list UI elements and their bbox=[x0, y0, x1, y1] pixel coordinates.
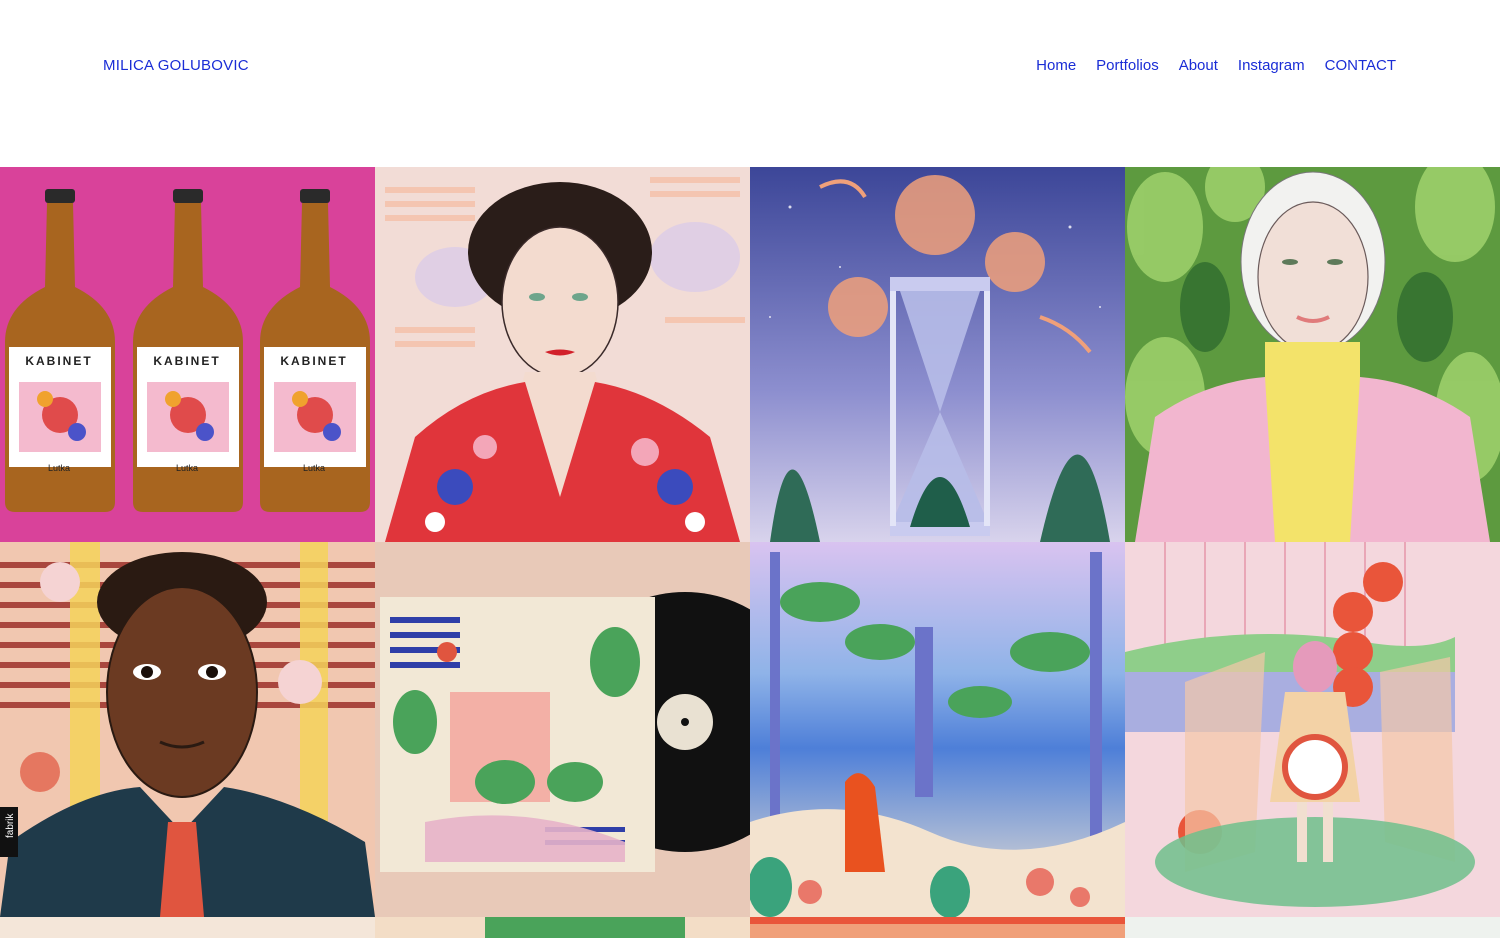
row3-image-1 bbox=[0, 917, 375, 938]
site-title-link[interactable]: MILICA GOLUBOVIC bbox=[103, 57, 249, 74]
hourglass-garden-image bbox=[750, 167, 1125, 542]
seaside-scene-image bbox=[750, 542, 1125, 917]
portfolio-tile-row3-2[interactable] bbox=[375, 917, 750, 938]
vinyl-cover-image bbox=[375, 542, 750, 917]
woman-window-image bbox=[1125, 542, 1500, 917]
portrait-man-image: fabrik bbox=[0, 542, 375, 917]
bottle-brand-1: KABINET bbox=[25, 354, 92, 368]
bottle-label-1: Lutka bbox=[48, 463, 70, 473]
portfolio-tile-seaside-palms-scene[interactable] bbox=[750, 542, 1125, 917]
portfolio-grid: KABINET KABINET KABINET Lutka Lutka Lutk… bbox=[0, 167, 1500, 938]
portfolio-tile-portrait-elderly-woman-leaves[interactable] bbox=[1125, 167, 1500, 542]
bottle-label-2: Lutka bbox=[176, 463, 198, 473]
nav-portfolios[interactable]: Portfolios bbox=[1096, 57, 1159, 74]
elderly-woman-image bbox=[1125, 167, 1500, 542]
row3-image-4 bbox=[1125, 917, 1500, 938]
portfolio-tile-portrait-woman-floral[interactable] bbox=[375, 167, 750, 542]
nav-contact[interactable]: CONTACT bbox=[1325, 57, 1396, 74]
bottle-brand-2: KABINET bbox=[153, 354, 220, 368]
portfolio-tile-kabinet-beer-bottles[interactable]: KABINET KABINET KABINET Lutka Lutka Lutk… bbox=[0, 167, 375, 542]
row3-image-2 bbox=[375, 917, 750, 938]
portfolio-tile-woman-window-sunsets[interactable] bbox=[1125, 542, 1500, 917]
portfolio-tile-row3-3[interactable] bbox=[750, 917, 1125, 938]
fabrik-badge: fabrik bbox=[5, 813, 16, 838]
portfolio-tile-hourglass-night-garden[interactable] bbox=[750, 167, 1125, 542]
bottle-label-3: Lutka bbox=[303, 463, 325, 473]
nav-instagram[interactable]: Instagram bbox=[1238, 57, 1305, 74]
portfolio-tile-row3-1[interactable] bbox=[0, 917, 375, 938]
main-nav: Home Portfolios About Instagram CONTACT bbox=[1036, 57, 1396, 74]
kabinet-bottles-image: KABINET KABINET KABINET Lutka Lutka Lutk… bbox=[0, 167, 375, 542]
portfolio-tile-vinyl-record-cover[interactable] bbox=[375, 542, 750, 917]
nav-home[interactable]: Home bbox=[1036, 57, 1076, 74]
portrait-woman-image bbox=[375, 167, 750, 542]
portfolio-tile-portrait-man-tie[interactable]: fabrik bbox=[0, 542, 375, 917]
row3-image-3 bbox=[750, 917, 1125, 938]
site-header: MILICA GOLUBOVIC Home Portfolios About I… bbox=[0, 0, 1500, 167]
nav-about[interactable]: About bbox=[1179, 57, 1218, 74]
bottle-brand-3: KABINET bbox=[280, 354, 347, 368]
portfolio-tile-row3-4[interactable] bbox=[1125, 917, 1500, 938]
